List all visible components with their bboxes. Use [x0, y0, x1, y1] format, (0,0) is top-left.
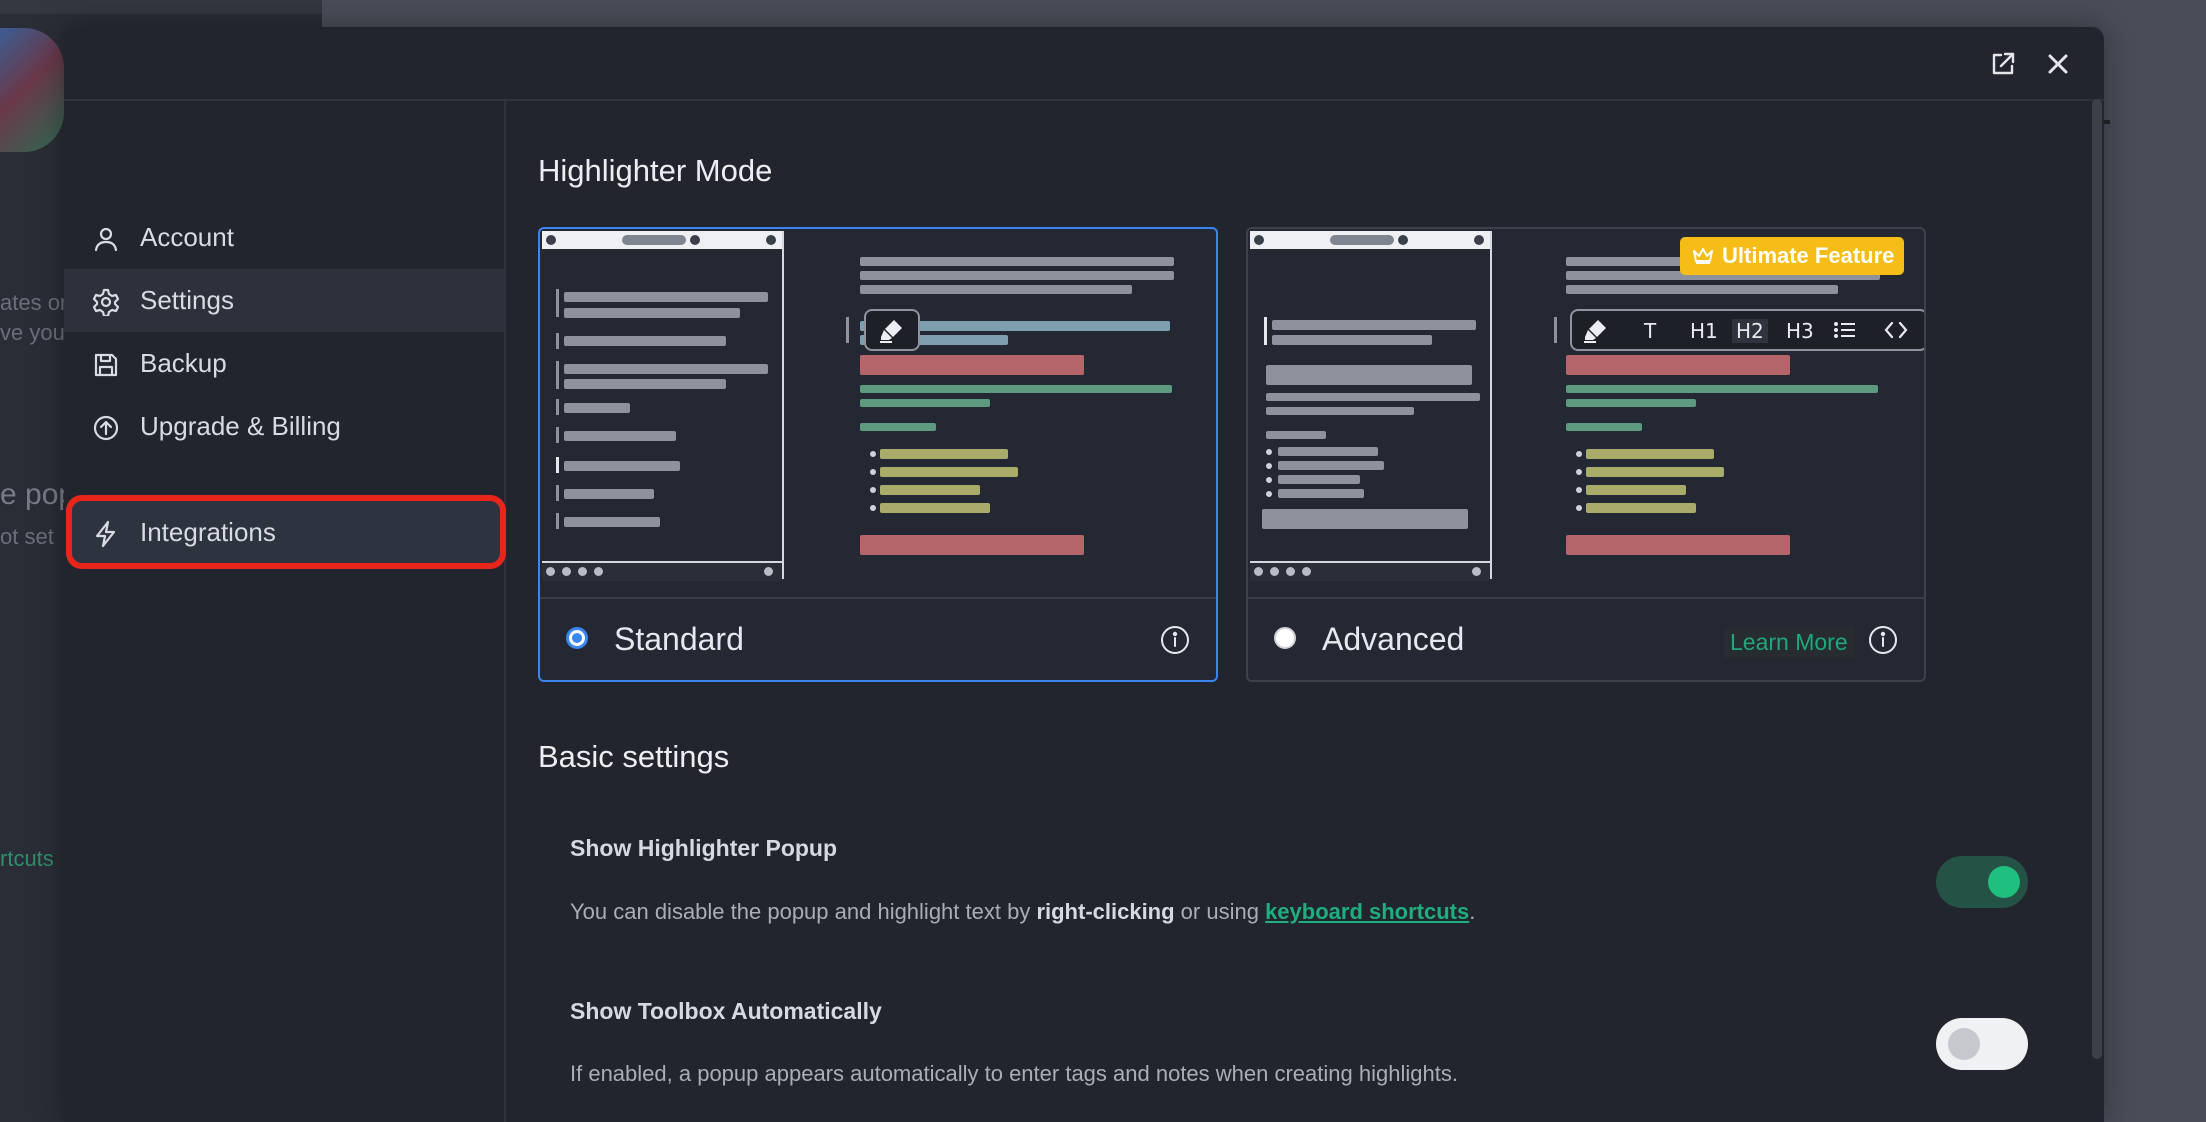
- background-text: ates or: [0, 290, 68, 315]
- sidebar-item-label: Account: [140, 222, 234, 252]
- advanced-preview: Ultimate Feature T H1 H2 H3: [1248, 229, 1924, 599]
- highlighter-popup-preview: [864, 309, 920, 351]
- lightning-icon: [95, 520, 116, 548]
- modal-header: [64, 27, 2104, 101]
- save-icon: [94, 353, 118, 377]
- sidebar-item-upgrade-billing[interactable]: Upgrade & Billing: [64, 395, 504, 458]
- text-format-icon: T: [1644, 319, 1657, 343]
- user-icon: [94, 227, 118, 252]
- info-icon[interactable]: [1868, 625, 1898, 655]
- background-toolbar: [0, 0, 322, 14]
- sidebar-item-label: Settings: [140, 285, 234, 315]
- background-thumbnail: [0, 28, 64, 152]
- sidebar-item-label: Backup: [140, 348, 227, 378]
- background-text: rtcuts: [0, 846, 54, 871]
- list-icon: [1834, 322, 1855, 338]
- basic-settings-title: Basic settings: [538, 739, 730, 774]
- highlighter-icon: [880, 320, 902, 343]
- standard-preview: [540, 229, 1216, 599]
- advanced-label: Advanced: [1322, 621, 1465, 657]
- standard-mode-card[interactable]: Standard: [538, 227, 1218, 682]
- standard-radio[interactable]: [566, 627, 588, 649]
- background-text: ve you: [0, 320, 65, 345]
- keyboard-shortcuts-link[interactable]: keyboard shortcuts: [1265, 899, 1469, 924]
- ultimate-feature-badge: Ultimate Feature: [1680, 237, 1905, 275]
- upload-circle-icon: [93, 415, 119, 441]
- show-highlighter-popup-toggle[interactable]: [1936, 856, 2028, 908]
- code-icon: [1884, 321, 1908, 339]
- sidebar-item-label: Upgrade & Billing: [140, 411, 341, 441]
- sidebar-item-settings[interactable]: Settings: [64, 269, 504, 332]
- standard-label: Standard: [614, 621, 744, 657]
- scrollbar[interactable]: [2092, 99, 2102, 1059]
- sidebar-item-integrations[interactable]: Integrations: [64, 501, 504, 564]
- info-icon[interactable]: [1160, 625, 1190, 655]
- external-link-icon[interactable]: [1986, 47, 2020, 81]
- advanced-radio[interactable]: [1274, 627, 1296, 649]
- advanced-mode-card[interactable]: Ultimate Feature T H1 H2 H3 Advanced Lea…: [1246, 227, 1926, 682]
- settings-sidebar: Account Settings Backup Upgrade & Billin…: [64, 101, 506, 1122]
- show-toolbox-title: Show Toolbox Automatically: [570, 998, 882, 1024]
- ultimate-feature-label: Ultimate Feature: [1722, 243, 1895, 268]
- advanced-toolbar-preview: T H1 H2 H3: [1570, 309, 1924, 351]
- sidebar-item-account[interactable]: Account: [64, 206, 504, 269]
- heading-3-icon: H3: [1786, 319, 1814, 343]
- advanced-card-footer: Advanced Learn More: [1248, 597, 1924, 680]
- show-highlighter-popup-description: You can disable the popup and highlight …: [570, 899, 1476, 924]
- standard-card-footer: Standard: [540, 597, 1216, 680]
- crown-icon: [1693, 248, 1713, 264]
- gear-icon: [92, 288, 120, 316]
- show-toolbox-description: If enabled, a popup appears automaticall…: [570, 1061, 1458, 1086]
- heading-1-icon: H1: [1690, 319, 1718, 343]
- learn-more-link[interactable]: Learn More: [1724, 627, 1854, 658]
- background-text: ot set: [0, 524, 54, 549]
- highlighter-icon: [1584, 320, 1606, 343]
- background-mark: [2104, 120, 2110, 124]
- close-icon[interactable]: [2041, 47, 2075, 81]
- highlighter-mode-title: Highlighter Mode: [538, 153, 773, 188]
- show-toolbox-toggle[interactable]: [1936, 1018, 2028, 1070]
- sidebar-item-label: Integrations: [140, 517, 276, 547]
- settings-modal: Account Settings Backup Upgrade & Billin…: [64, 27, 2104, 1122]
- heading-2-icon: H2: [1732, 319, 1768, 343]
- show-highlighter-popup-title: Show Highlighter Popup: [570, 835, 838, 861]
- sidebar-item-backup[interactable]: Backup: [64, 332, 504, 395]
